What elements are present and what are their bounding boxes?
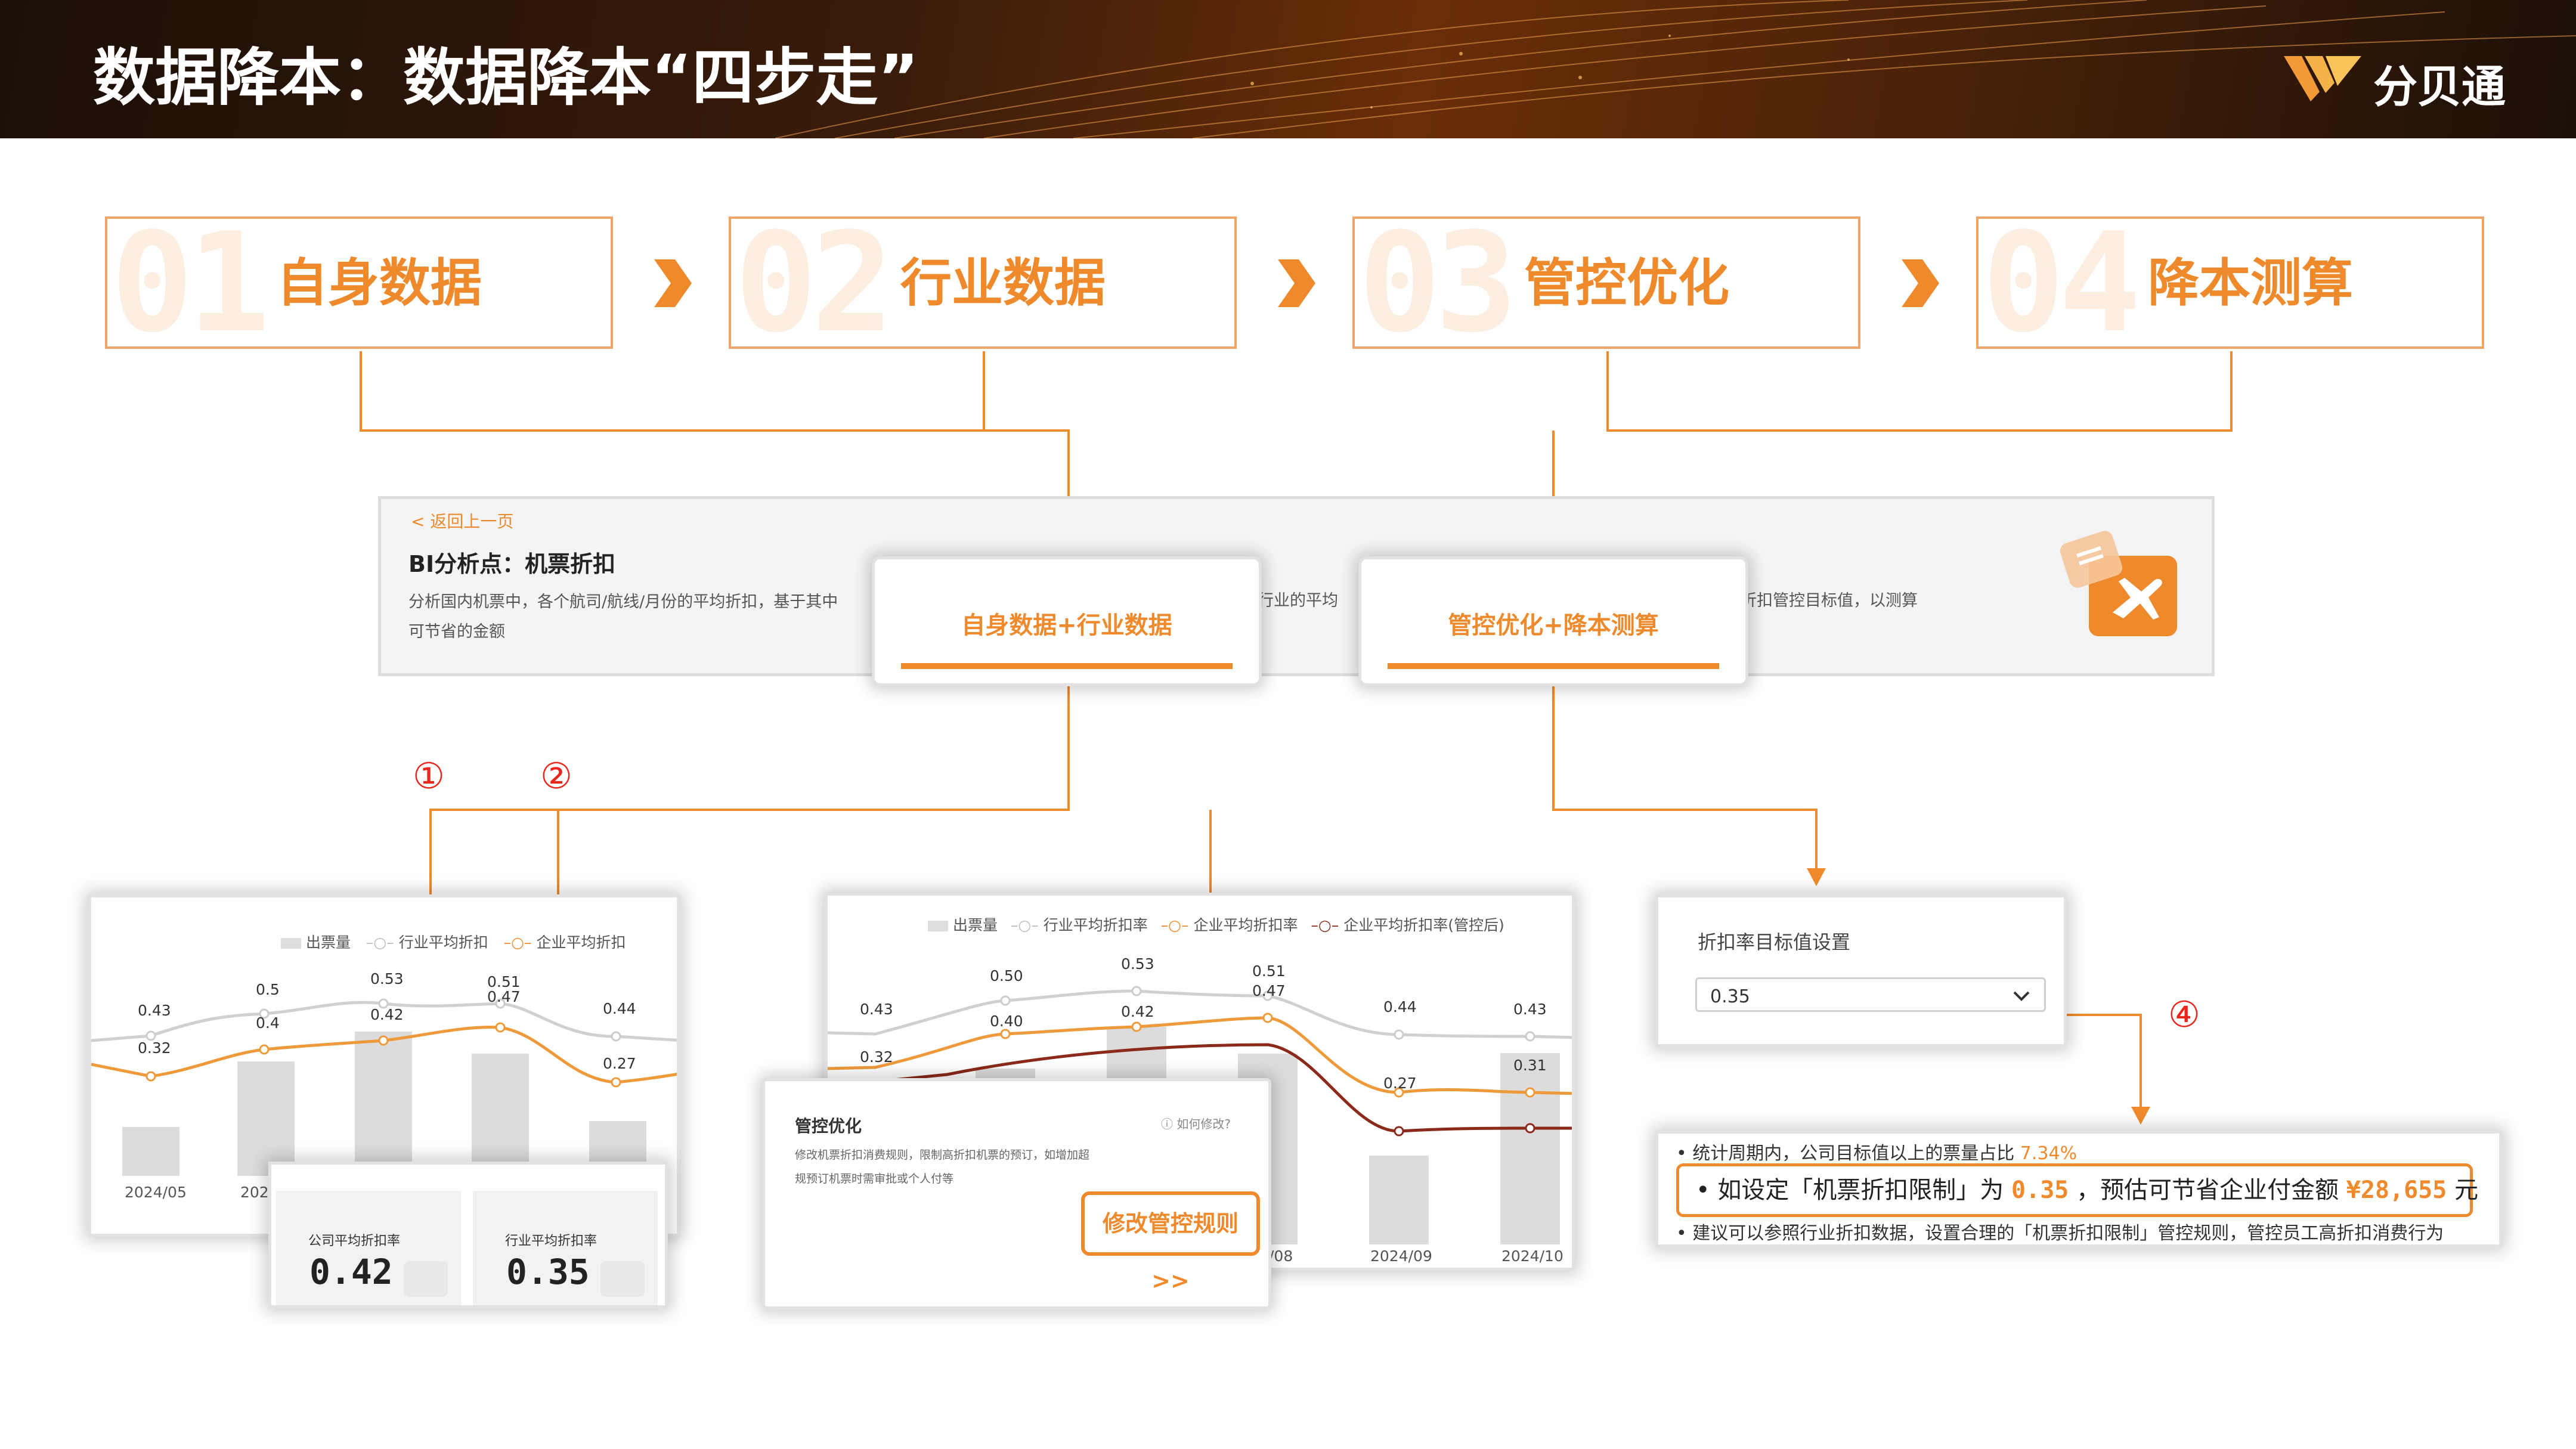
industry-value: 0.43 — [1513, 1001, 1547, 1018]
company-value: 0.4 — [256, 1014, 280, 1032]
company-value: 0.47 — [487, 988, 521, 1005]
control-cost-card[interactable]: 管控优化+降本测算 — [1358, 556, 1748, 686]
self-industry-data-card[interactable]: 自身数据+行业数据 — [872, 556, 1262, 686]
control-optimization-popup: 管控优化 ⓘ 如何修改? 修改机票折扣消费规则，限制高折扣机票的预订，如增加超 … — [762, 1078, 1271, 1309]
company-value: 0.42 — [1121, 1003, 1154, 1020]
selected-value: 0.35 — [1710, 986, 1750, 1007]
bi-description: 分析国内机票中，各个航司/航线/月份的平均折扣，基于其中 可节省的金额 — [408, 587, 838, 647]
bar — [472, 1054, 529, 1176]
ticket-share-line: • 统计周期内，公司目标值以上的票量占比 7.34% — [1676, 1143, 2077, 1164]
step-4-label: 降本测算 — [2148, 253, 2353, 313]
savings-estimate-card: • 统计周期内，公司目标值以上的票量占比 7.34% • 如设定「机票折扣限制」… — [1655, 1131, 2502, 1247]
industry-value: 0.53 — [1121, 955, 1154, 973]
active-underline — [901, 663, 1233, 669]
chart-icon — [600, 1261, 645, 1297]
bar — [122, 1127, 179, 1176]
discount-limit-value: 0.35 — [2011, 1176, 2069, 1204]
discount-target-setting: 折扣率目标值设置 0.35 — [1655, 894, 2067, 1047]
average-discount-stats: 公司平均折扣率 0.42 行业平均折扣率 0.35 — [268, 1162, 668, 1308]
company-value: 0.42 — [370, 1006, 404, 1023]
industry-avg-discount: 行业平均折扣率 0.35 — [473, 1191, 658, 1305]
step-3-card: 03 管控优化 — [1352, 216, 1860, 349]
bi-description-right: 折扣管控目标值，以测算 — [1741, 592, 1918, 610]
x-axis-label: 2024/05 — [125, 1184, 187, 1201]
help-link[interactable]: ⓘ 如何修改? — [1161, 1114, 1231, 1132]
company-value: 0.31 — [1513, 1057, 1547, 1074]
bar — [237, 1061, 295, 1176]
self-industry-data-label: 自身数据+行业数据 — [961, 612, 1172, 639]
bar — [1369, 1156, 1429, 1244]
stat-value: 0.35 — [506, 1252, 590, 1292]
stat-label: 行业平均折扣率 — [505, 1234, 597, 1249]
suggestion-line: • 建议可以参照行业折扣数据，设置合理的「机票折扣限制」管控规则，管控员工高折扣… — [1676, 1223, 2444, 1244]
bi-analysis-panel: < 返回上一页 BI分析点：机票折扣 分析国内机票中，各个航司/航线/月份的平均… — [378, 496, 2215, 676]
marker-2: ② — [540, 756, 572, 797]
company-value: 0.47 — [1252, 982, 1286, 999]
estimated-savings-value: ¥28,655 — [2346, 1176, 2447, 1204]
company-value: 0.27 — [603, 1055, 636, 1072]
x-axis-label: 2024/10 — [1501, 1247, 1563, 1265]
industry-value: 0.51 — [1252, 962, 1286, 980]
discount-target-select[interactable]: 0.35 — [1695, 977, 2046, 1012]
company-value: 0.40 — [990, 1013, 1023, 1030]
company-value: 0.32 — [860, 1048, 893, 1066]
popup-title: 管控优化 — [795, 1116, 862, 1136]
bi-title: BI分析点：机票折扣 — [408, 551, 616, 577]
industry-value: 0.5 — [256, 981, 280, 998]
chevron-right-icon — [1902, 259, 1939, 307]
x-axis-label: 2024/09 — [1370, 1247, 1432, 1265]
stat-label: 公司平均折扣率 — [308, 1234, 401, 1249]
chevron-right-icon — [654, 259, 692, 307]
step-3-label: 管控优化 — [1524, 253, 1729, 313]
company-value: 0.32 — [138, 1039, 171, 1057]
bi-description-mid: 行业的平均 — [1258, 592, 1338, 610]
active-underline — [1388, 663, 1719, 669]
setting-title: 折扣率目标值设置 — [1698, 931, 1851, 953]
savings-highlight: • 如设定「机票折扣限制」为 0.35 ，预估可节省企业付金额 ¥28,655 … — [1676, 1163, 2478, 1217]
stat-value: 0.42 — [309, 1252, 393, 1292]
industry-value: 0.44 — [1383, 998, 1417, 1015]
industry-value: 0.44 — [603, 1000, 636, 1017]
airplane-ticket-icon — [2060, 531, 2177, 636]
chevron-right-icon — [1278, 259, 1315, 307]
marker-1: ① — [413, 756, 445, 797]
industry-value: 0.43 — [860, 1001, 893, 1018]
step-1-label: 自身数据 — [277, 253, 482, 313]
back-link[interactable]: < 返回上一页 — [411, 509, 513, 532]
industry-value: 0.53 — [370, 970, 404, 987]
industry-value: 0.43 — [138, 1002, 171, 1019]
company-value: 0.27 — [1383, 1075, 1417, 1092]
step-1-card: 01 自身数据 — [105, 216, 613, 349]
slide: 数据降本：数据降本“四步走” 分贝通 01 自身数据 02 行业数据 03 管控… — [0, 0, 2576, 1449]
bar — [1500, 1053, 1560, 1244]
popup-description-line-1: 修改机票折扣消费规则，限制高折扣机票的预订，如增加超 — [795, 1148, 1090, 1162]
ticket-share-value: 7.34% — [2020, 1143, 2077, 1164]
popup-description: 修改机票折扣消费规则，限制高折扣机票的预订，如增加超 规预订机票时需审批或个人付… — [795, 1143, 1089, 1191]
popup-description-line-2: 规预订机票时需审批或个人付等 — [795, 1172, 954, 1185]
step-2-card: 02 行业数据 — [729, 216, 1237, 349]
modify-control-rules-button[interactable]: 修改管控规则>> — [1081, 1191, 1260, 1294]
control-cost-label: 管控优化+降本测算 — [1448, 612, 1659, 639]
industry-value: 0.50 — [990, 967, 1023, 984]
chart-icon — [404, 1261, 448, 1297]
step-4-card: 04 降本测算 — [1976, 216, 2484, 349]
bi-description-line-1: 分析国内机票中，各个航司/航线/月份的平均折扣，基于其中 — [408, 593, 838, 611]
company-avg-discount: 公司平均折扣率 0.42 — [276, 1191, 461, 1305]
chevron-down-icon — [2013, 991, 2030, 1001]
step-2-label: 行业数据 — [900, 253, 1106, 313]
industry-line — [828, 989, 1572, 1039]
x-axis-label: /08 — [1269, 1247, 1293, 1265]
bar — [355, 1032, 412, 1176]
marker-4: ④ — [2168, 994, 2200, 1036]
bi-description-line-2: 可节省的金额 — [408, 623, 505, 641]
